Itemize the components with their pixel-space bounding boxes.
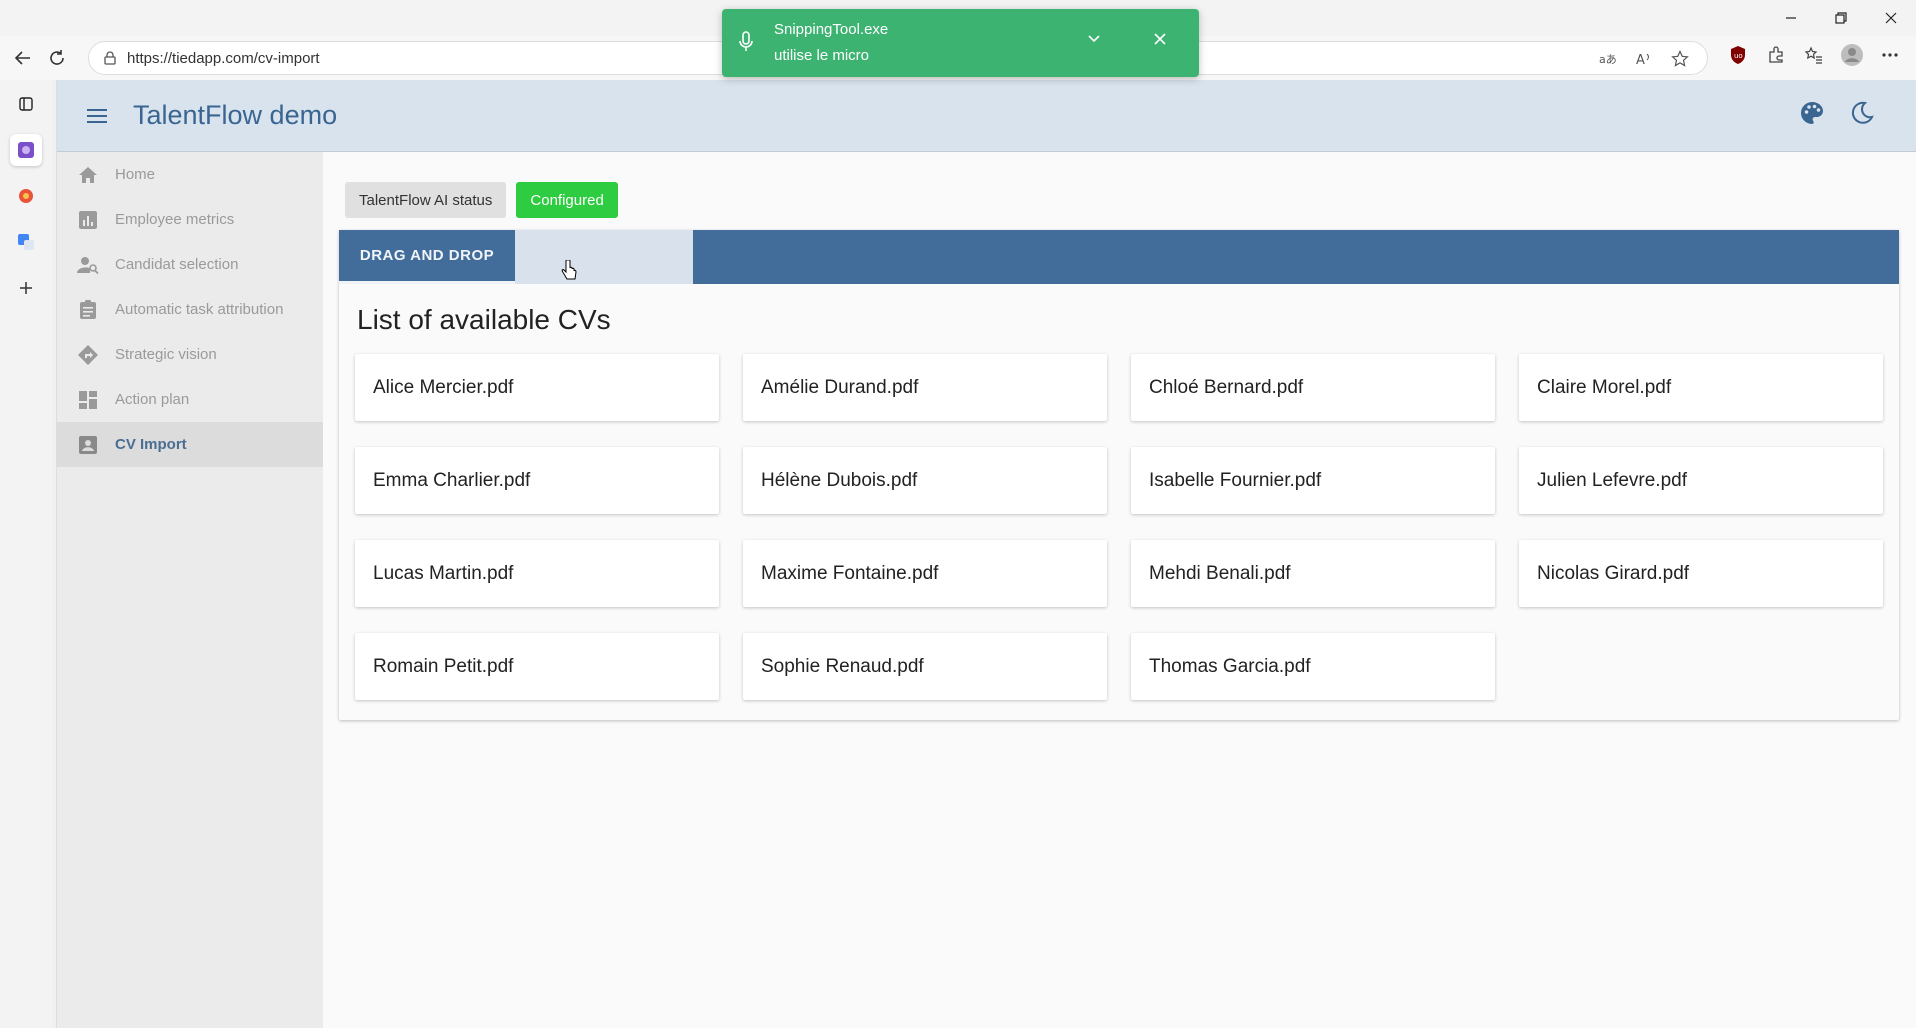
tab-hover-highlight[interactable] (515, 230, 693, 284)
sidebar-item-candidat-selection[interactable]: Candidat selection (57, 242, 323, 287)
menu-icon (87, 108, 107, 123)
ai-status-label: TalentFlow AI status (345, 182, 507, 218)
address-bar-actions: aあ A (1597, 48, 1691, 70)
restore-button[interactable] (1816, 0, 1866, 36)
sidebar-item-cv-import[interactable]: CV Import (57, 422, 323, 467)
notification-message: utilise le micro (774, 47, 870, 64)
sidebar-item-label: Home (115, 166, 156, 183)
moon-icon (1851, 101, 1874, 124)
svg-text:aあ: aあ (1599, 53, 1617, 66)
cv-file-card[interactable]: Thomas Garcia.pdf (1131, 633, 1495, 700)
bar-chart-icon (77, 209, 99, 231)
sidebar-item-label: Employee metrics (115, 211, 235, 228)
tab-actions-icon[interactable] (10, 88, 42, 120)
person-search-icon (77, 254, 99, 276)
cv-file-card[interactable]: Mehdi Benali.pdf (1131, 540, 1495, 607)
window-controls (1766, 0, 1916, 36)
cv-file-card[interactable]: Claire Morel.pdf (1519, 354, 1883, 421)
microphone-notification: SnippingTool.exe utilise le micro (722, 9, 1199, 77)
restore-icon (1835, 12, 1847, 24)
svg-text:uo: uo (1734, 52, 1743, 60)
app-title: TalentFlow demo (133, 100, 338, 130)
theme-palette-button[interactable] (1799, 100, 1825, 131)
svg-text:A: A (1636, 53, 1645, 67)
home-icon (77, 164, 99, 186)
sidebar-item-automatic-task-attribution[interactable]: Automatic task attribution (57, 287, 323, 332)
favorite-star-icon[interactable] (1669, 48, 1691, 70)
browser-extensions: uo (1724, 41, 1904, 69)
cv-file-card[interactable]: Sophie Renaud.pdf (743, 633, 1107, 700)
cv-grid: Alice Mercier.pdf Amélie Durand.pdf Chlo… (355, 354, 1883, 700)
header-actions (1799, 100, 1875, 131)
cv-file-card[interactable]: Hélène Dubois.pdf (743, 447, 1107, 514)
minimize-icon (1786, 17, 1796, 19)
minimize-button[interactable] (1766, 0, 1816, 36)
cv-file-card[interactable]: Amélie Durand.pdf (743, 354, 1107, 421)
sidebar-item-label: Candidat selection (115, 256, 239, 273)
cv-file-card[interactable]: Chloé Bernard.pdf (1131, 354, 1495, 421)
menu-button[interactable] (83, 102, 111, 130)
back-arrow-icon (14, 51, 30, 65)
ai-status-row: TalentFlow AI status Configured (345, 182, 618, 218)
read-aloud-icon[interactable]: A (1633, 48, 1655, 70)
notification-app-name: SnippingTool.exe (774, 21, 889, 38)
cv-file-card[interactable]: Romain Petit.pdf (355, 633, 719, 700)
app-container: TalentFlow demo Home Employee metrics Ca… (56, 80, 1916, 1028)
dark-mode-button[interactable] (1849, 100, 1875, 131)
main-content: TalentFlow AI status Configured DRAG AND… (323, 152, 1916, 1028)
sidebar-item-home[interactable]: Home (57, 152, 323, 197)
cv-file-card[interactable]: Maxime Fontaine.pdf (743, 540, 1107, 607)
sidebar-item-label: Action plan (115, 391, 190, 408)
close-window-button[interactable] (1866, 0, 1916, 36)
sidebar-item-label: Strategic vision (115, 346, 217, 363)
tab-favicon-translate[interactable] (10, 226, 42, 258)
cv-import-panel: DRAG AND DROP List of available CVs Alic… (339, 230, 1899, 720)
directions-icon (77, 344, 99, 366)
ublock-shield-icon[interactable]: uo (1724, 41, 1752, 69)
chevron-down-icon[interactable] (1086, 31, 1102, 47)
cv-file-card[interactable]: Isabelle Fournier.pdf (1131, 447, 1495, 514)
reload-icon (50, 50, 64, 65)
cv-list-title: List of available CVs (357, 304, 611, 335)
close-icon (1885, 12, 1897, 24)
sidebar-item-action-plan[interactable]: Action plan (57, 377, 323, 422)
mouse-cursor-icon (561, 260, 577, 280)
lock-icon (104, 51, 116, 65)
microphone-icon (739, 31, 753, 51)
sidebar-item-strategic-vision[interactable]: Strategic vision (57, 332, 323, 377)
ai-status-badge: Configured (516, 182, 618, 218)
tab-favicon-red[interactable] (10, 180, 42, 212)
sidebar-item-employee-metrics[interactable]: Employee metrics (57, 197, 323, 242)
dashboard-icon (77, 389, 99, 411)
favorites-list-icon[interactable] (1800, 41, 1828, 69)
sidebar-item-label: CV Import (115, 436, 187, 453)
palette-icon (1801, 102, 1824, 124)
cv-file-card[interactable]: Emma Charlier.pdf (355, 447, 719, 514)
tab-drag-and-drop[interactable]: DRAG AND DROP (339, 230, 515, 284)
extensions-puzzle-icon[interactable] (1762, 41, 1790, 69)
translate-icon[interactable]: aあ (1597, 48, 1619, 70)
cv-file-card[interactable]: Lucas Martin.pdf (355, 540, 719, 607)
clipboard-icon (77, 299, 99, 321)
vertical-tab-strip (0, 80, 52, 1028)
account-box-icon (77, 434, 99, 456)
more-options-icon[interactable] (1876, 41, 1904, 69)
reload-button[interactable] (40, 41, 74, 75)
close-icon[interactable] (1152, 31, 1168, 47)
url-text: https://tiedapp.com/cv-import (127, 49, 320, 67)
tab-bar: DRAG AND DROP (339, 230, 1899, 284)
cv-file-card[interactable]: Julien Lefevre.pdf (1519, 447, 1883, 514)
cv-file-card[interactable]: Nicolas Girard.pdf (1519, 540, 1883, 607)
sidebar-item-label: Automatic task attribution (115, 301, 284, 318)
cv-file-card[interactable]: Alice Mercier.pdf (355, 354, 719, 421)
back-button[interactable] (6, 41, 40, 75)
active-tab-favicon[interactable] (10, 134, 42, 166)
app-header: TalentFlow demo (57, 80, 1916, 152)
profile-avatar-icon[interactable] (1838, 41, 1866, 69)
side-navigation: Home Employee metrics Candidat selection… (57, 152, 323, 1028)
new-tab-plus-icon[interactable] (10, 272, 42, 304)
